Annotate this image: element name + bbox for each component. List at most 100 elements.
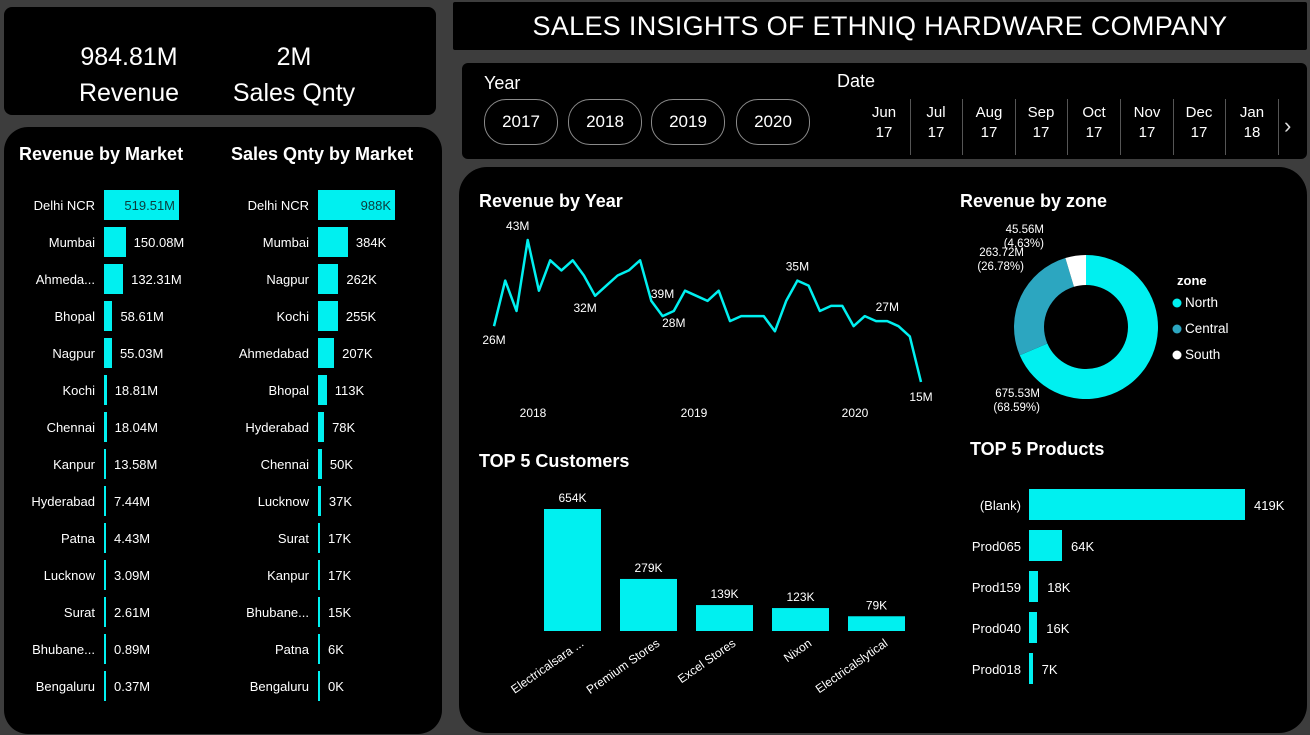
bar-category-label: Patna	[275, 642, 309, 657]
bar	[318, 523, 320, 553]
bar-value-label: 255K	[345, 309, 377, 324]
top5-products-title: TOP 5 Products	[970, 439, 1105, 459]
line-data-label: 28M	[662, 316, 685, 330]
year-button-2018[interactable]: 2018	[568, 99, 642, 145]
revenue-by-market-title: Revenue by Market	[19, 144, 184, 164]
bar-value-label: 4.43M	[114, 531, 151, 546]
x-axis-tick-label: 2018	[520, 406, 547, 420]
donut-percent-label: (68.59%)	[993, 402, 1040, 414]
sales-qty-kpi-card: 2M Sales Qnty	[219, 39, 369, 111]
bar	[318, 412, 325, 442]
revenue-kpi-card: 984.81M Revenue	[54, 39, 204, 111]
legend-item-label: South	[1185, 347, 1220, 362]
bar	[104, 412, 107, 442]
legend-item-label: Central	[1185, 321, 1229, 336]
year-button-2017[interactable]: 2017	[484, 99, 558, 145]
bar	[318, 597, 320, 627]
market-panel: Revenue by Market Sales Qnty by Market D…	[4, 127, 442, 734]
bar	[104, 560, 106, 590]
product-category-label: (Blank)	[979, 498, 1021, 513]
revenue-kpi-value: 984.81M	[80, 43, 178, 71]
bar	[104, 486, 106, 516]
customer-bar-value-label: 279K	[634, 561, 662, 575]
line-data-label: 35M	[786, 260, 809, 274]
bar-category-label: Mumbai	[48, 235, 95, 250]
date-item-jul-17[interactable]: Jul 17	[910, 103, 962, 143]
bar-value-label: 132.31M	[131, 272, 182, 287]
bar-value-label: 113K	[334, 383, 365, 398]
bar-value-label: 55.03M	[119, 346, 164, 361]
bar-value-label: 37K	[328, 494, 353, 509]
bar-value-label: 50K	[329, 457, 354, 472]
bar-category-label: Nagpur	[52, 346, 95, 361]
bar-category-label: Kanpur	[267, 568, 309, 583]
date-item-dec-17[interactable]: Dec 17	[1173, 103, 1225, 143]
bar-value-label: 0.37M	[114, 679, 151, 694]
bar-category-label: Delhi NCR	[247, 198, 309, 213]
bar	[104, 671, 106, 701]
top5-customers-chart: 654K Electricalsara ... 279K Premium Stores…	[508, 491, 905, 697]
bar-category-label: Hyderabad	[245, 420, 309, 435]
product-category-label: Prod065	[971, 539, 1021, 554]
date-item-oct-17[interactable]: Oct 17	[1068, 103, 1120, 143]
bar	[104, 264, 124, 294]
customer-bar-value-label: 123K	[786, 590, 814, 604]
revenue-line-series	[492, 238, 923, 383]
donut-value-label: 45.56M	[1006, 224, 1044, 236]
revenue-by-year-title: Revenue by Year	[479, 191, 623, 211]
bar	[318, 671, 320, 701]
bar-value-label: 384K	[355, 235, 387, 250]
sales-qty-kpi-label: Sales Qnty	[232, 79, 356, 107]
product-bar-value-label: 16K	[1046, 621, 1070, 636]
line-data-label: 39M	[651, 287, 674, 301]
sales-qty-by-market-title: Sales Qnty by Market	[231, 144, 414, 164]
customer-bar	[848, 616, 905, 631]
product-category-label: Prod159	[971, 580, 1021, 595]
date-item-aug-17[interactable]: Aug 17	[963, 103, 1015, 143]
sales-qty-kpi-value: 2M	[276, 43, 312, 71]
bar-category-label: Chennai	[260, 457, 309, 472]
title-panel: SALES INSIGHTS OF ETHNIQ HARDWARE COMPAN…	[453, 2, 1307, 50]
line-data-label: 15M	[909, 390, 932, 404]
product-bar	[1029, 612, 1038, 643]
bar-category-label: Chennai	[46, 420, 95, 435]
date-item-nov-17[interactable]: Nov 17	[1121, 103, 1173, 143]
year-button-2019[interactable]: 2019	[651, 99, 725, 145]
chevron-right-icon[interactable]: ›	[1284, 113, 1291, 139]
product-bar-value-label: 18K	[1047, 580, 1071, 595]
donut-percent-label: (4.63%)	[1004, 238, 1044, 250]
line-data-label: 43M	[506, 219, 529, 233]
date-item-jan-18[interactable]: Jan 18	[1226, 103, 1278, 143]
bar	[104, 634, 106, 664]
bar-category-label: Patna	[61, 531, 95, 546]
bar-category-label: Kochi	[62, 383, 95, 398]
bar-value-label: 988K	[360, 198, 391, 213]
product-category-label: Prod018	[971, 662, 1021, 677]
bar-category-label: Bhubane...	[246, 605, 309, 620]
bar-value-label: 18.04M	[114, 420, 158, 435]
bar-value-label: 7.44M	[114, 494, 151, 509]
bar-category-label: Kanpur	[53, 457, 95, 472]
legend-item-label: North	[1185, 295, 1218, 310]
bar	[318, 449, 322, 479]
customer-bar	[696, 605, 753, 631]
date-item-sep-17[interactable]: Sep 17	[1015, 103, 1067, 143]
customer-category-label: Premium Stores	[584, 636, 663, 697]
line-data-label: 32M	[573, 301, 596, 315]
bar-category-label: Delhi NCR	[33, 198, 95, 213]
bar-category-label: Nagpur	[266, 272, 309, 287]
bar-value-label: 17K	[328, 568, 352, 583]
bar-value-label: 13.58M	[114, 457, 158, 472]
date-slicer-label: Date	[837, 71, 876, 91]
bar	[104, 301, 113, 331]
date-item-jun-17[interactable]: Jun 17	[858, 103, 910, 143]
dashboard-title: SALES INSIGHTS OF ETHNIQ HARDWARE COMPAN…	[532, 11, 1228, 41]
year-button-2020[interactable]: 2020	[736, 99, 810, 145]
customer-category-label: Electricalslytical	[813, 636, 890, 696]
customer-category-label: Nixon	[781, 636, 814, 665]
legend-marker-south	[1172, 350, 1182, 360]
x-axis-tick-label: 2020	[842, 406, 869, 420]
bar-value-label: 3.09M	[114, 568, 151, 583]
customer-bar-value-label: 654K	[558, 491, 586, 505]
bar	[318, 301, 338, 331]
